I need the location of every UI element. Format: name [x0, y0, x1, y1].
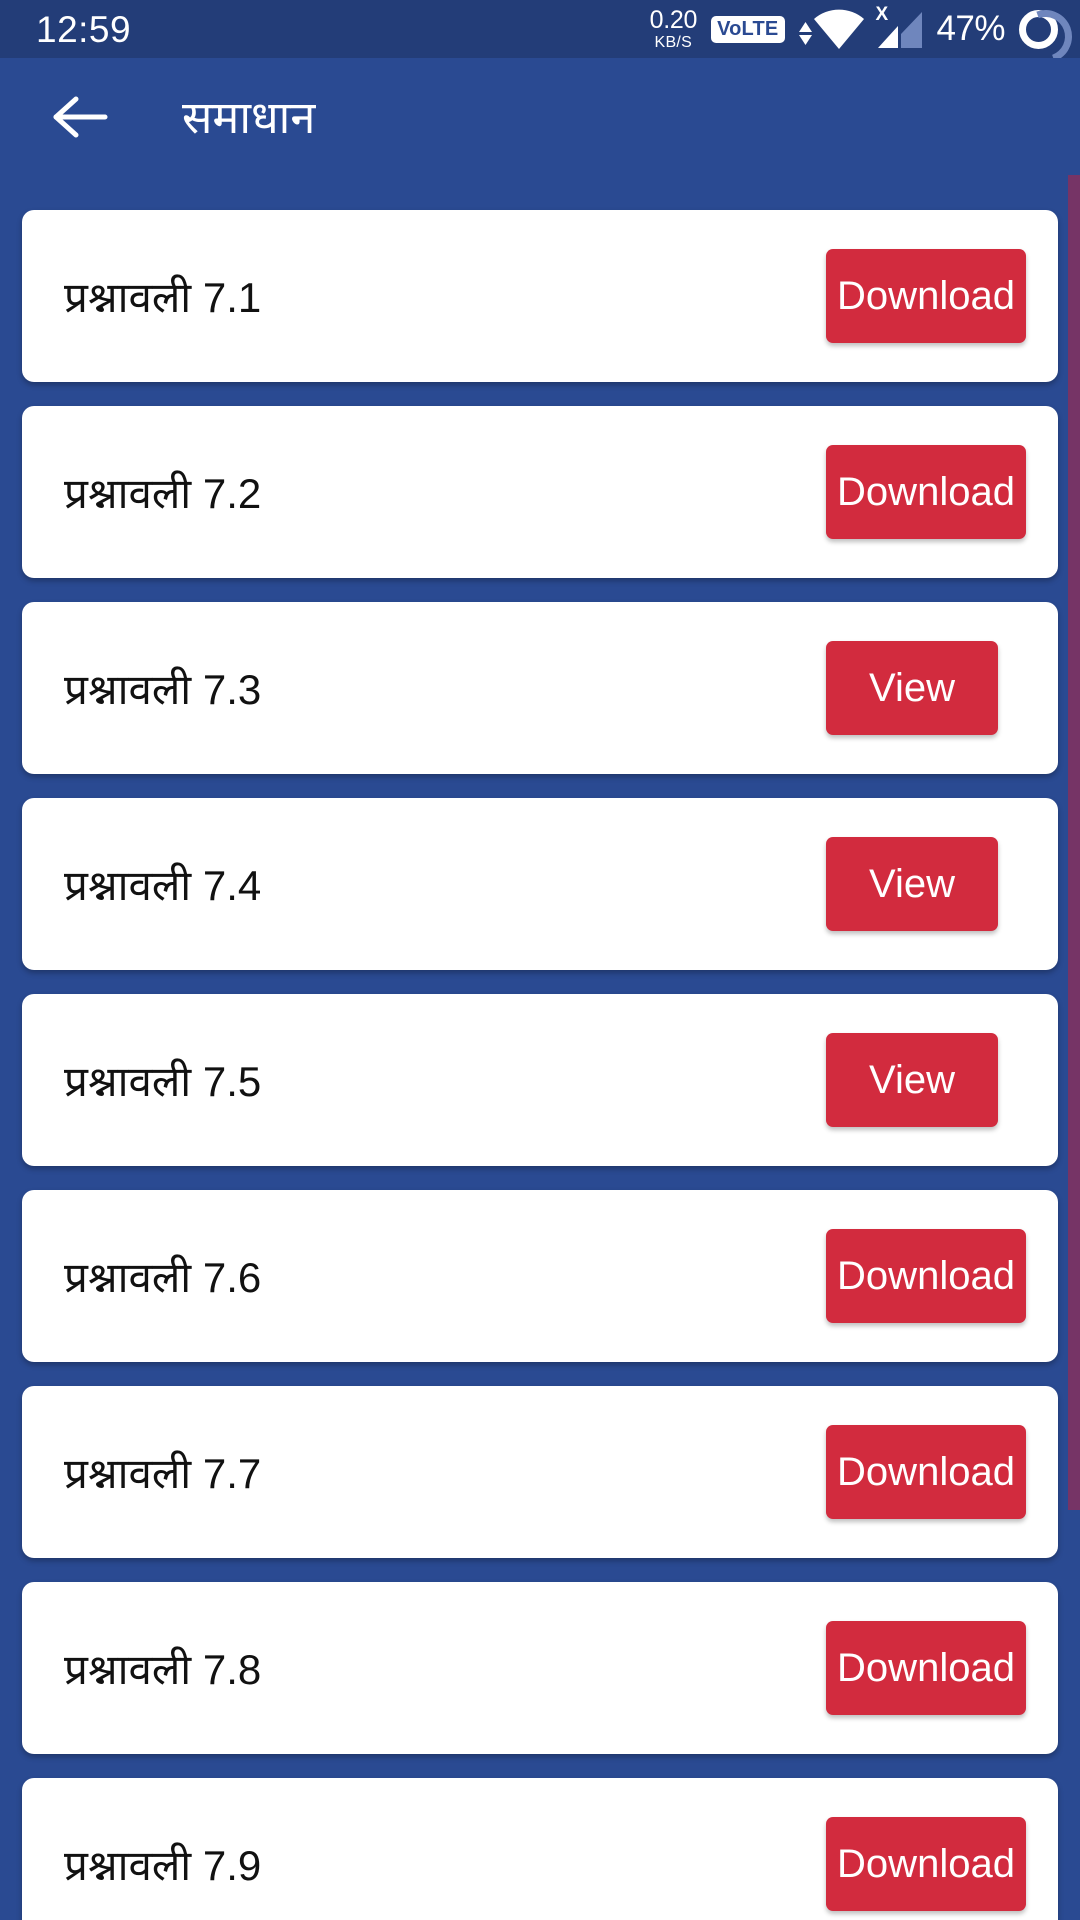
list-item[interactable]: प्रश्नावली 7.7 Download	[22, 1386, 1058, 1558]
list-item-label: प्रश्नावली 7.4	[64, 861, 262, 909]
scrollbar-thumb[interactable]	[1068, 175, 1080, 1510]
signal-bars-icon: X	[875, 5, 923, 48]
back-button[interactable]	[44, 81, 116, 153]
status-bar: 12:59 0.20 KB/S VoLTE X 47%	[0, 0, 1080, 58]
list-item-label: प्रश्नावली 7.1	[64, 273, 262, 321]
exercise-list[interactable]: प्रश्नावली 7.1 Download प्रश्नावली 7.2 Down…	[0, 175, 1080, 1920]
list-item-label: प्रश्नावली 7.6	[64, 1253, 262, 1301]
download-button[interactable]: Download	[826, 1621, 1026, 1715]
download-button[interactable]: Download	[826, 445, 1026, 539]
page-title: समाधान	[182, 92, 316, 143]
list-item-label: प्रश्नावली 7.3	[64, 665, 262, 713]
list-item[interactable]: प्रश्नावली 7.1 Download	[22, 210, 1058, 382]
download-button[interactable]: Download	[826, 249, 1026, 343]
list-item[interactable]: प्रश्नावली 7.4 View	[22, 798, 1058, 970]
list-item[interactable]: प्रश्नावली 7.5 View	[22, 994, 1058, 1166]
battery-percent-label: 47%	[936, 9, 1005, 48]
list-item[interactable]: प्रश्नावली 7.8 Download	[22, 1582, 1058, 1754]
list-item-label: प्रश्नावली 7.9	[64, 1841, 262, 1889]
scrollbar-track[interactable]	[1068, 175, 1080, 1920]
back-arrow-icon	[53, 96, 108, 137]
wifi-transfer-arrows-icon	[799, 22, 813, 45]
list-item-label: प्रश्नावली 7.2	[64, 469, 262, 517]
view-button[interactable]: View	[826, 641, 998, 735]
download-button[interactable]: Download	[826, 1425, 1026, 1519]
app-screen: 12:59 0.20 KB/S VoLTE X 47% समाधान प्रश्…	[0, 0, 1080, 1920]
list-item[interactable]: प्रश्नावली 7.3 View	[22, 602, 1058, 774]
signal-no-sim-x-icon: X	[875, 4, 889, 25]
list-item[interactable]: प्रश्नावली 7.2 Download	[22, 406, 1058, 578]
list-item-label: प्रश्नावली 7.7	[64, 1449, 262, 1497]
volte-icon: VoLTE	[711, 15, 786, 43]
list-item[interactable]: प्रश्नावली 7.9 Download	[22, 1778, 1058, 1920]
view-button[interactable]: View	[826, 837, 998, 931]
download-button[interactable]: Download	[826, 1229, 1026, 1323]
battery-ring-icon	[1019, 9, 1058, 49]
wifi-signal-glyph	[814, 9, 865, 49]
app-bar: समाधान	[0, 58, 1080, 175]
network-speed-unit: KB/S	[654, 33, 693, 51]
view-button[interactable]: View	[826, 1033, 998, 1127]
download-button[interactable]: Download	[826, 1817, 1026, 1911]
network-speed-value: 0.20	[649, 5, 698, 34]
status-clock: 12:59	[36, 8, 132, 50]
list-item[interactable]: प्रश्नावली 7.6 Download	[22, 1190, 1058, 1362]
status-bar-icons: 0.20 KB/S VoLTE X 47%	[649, 5, 1058, 51]
network-speed-indicator: 0.20 KB/S	[649, 5, 698, 51]
list-item-label: प्रश्नावली 7.8	[64, 1645, 262, 1693]
wifi-icon	[799, 9, 865, 49]
list-item-label: प्रश्नावली 7.5	[64, 1057, 262, 1105]
